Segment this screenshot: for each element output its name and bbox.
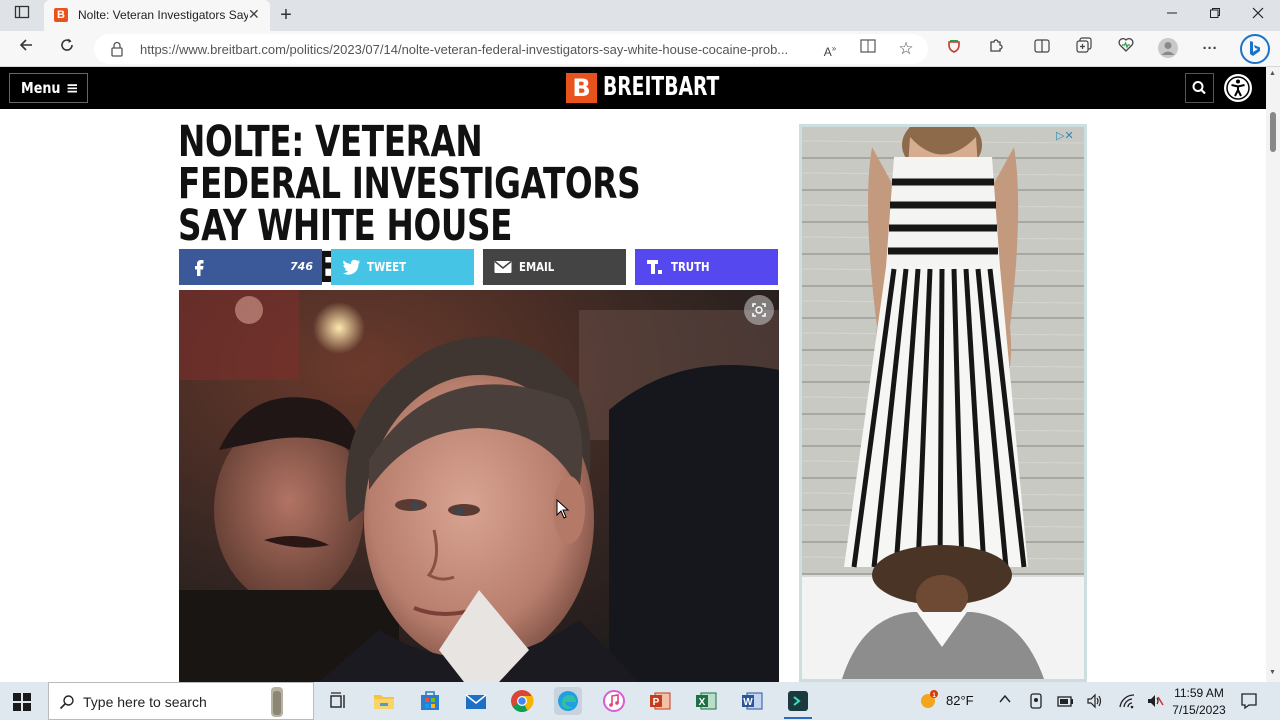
windows-taskbar: Type here to search P X W 1 82°F 11:59 A…: [0, 682, 1280, 720]
menu-button[interactable]: Menu ≡: [9, 73, 88, 103]
envelope-icon: [494, 260, 512, 273]
url-text: https://www.breitbart.com/politics/2023/…: [140, 42, 789, 57]
hamburger-icon: ≡: [66, 79, 79, 97]
email-share-button[interactable]: EMAIL: [483, 249, 626, 285]
read-aloud-icon[interactable]: A»: [818, 37, 842, 61]
battery-icon[interactable]: [1056, 693, 1074, 714]
file-explorer-icon[interactable]: [370, 687, 398, 715]
tab-title: Nolte: Veteran Investigators Say White H…: [78, 8, 248, 22]
breitbart-favicon-icon: B: [54, 8, 68, 22]
scroll-thumb[interactable]: [1270, 112, 1276, 152]
browser-essentials-icon[interactable]: [1114, 37, 1138, 61]
terminal-app-icon[interactable]: [784, 687, 812, 715]
edge-icon[interactable]: [554, 687, 582, 715]
mouse-cursor-icon: [556, 498, 570, 524]
chevron-up-icon[interactable]: [998, 692, 1012, 709]
site-header: Menu ≡ B BREITBART: [0, 67, 1266, 109]
weather-temperature[interactable]: 82°F: [946, 693, 974, 708]
extension-shield-icon[interactable]: [942, 37, 966, 61]
svg-text:P: P: [653, 697, 660, 708]
breitbart-logo-mark[interactable]: B: [566, 73, 597, 103]
word-icon[interactable]: W: [738, 687, 766, 715]
tweet-button[interactable]: TWEET: [331, 249, 474, 285]
tab-actions-icon[interactable]: [10, 4, 34, 26]
facebook-share-button[interactable]: 746: [179, 249, 322, 285]
zoom-image-icon[interactable]: [744, 295, 774, 325]
browser-tab[interactable]: B Nolte: Veteran Investigators Say White…: [44, 0, 270, 31]
split-screen-icon[interactable]: [1030, 37, 1054, 61]
scroll-up-icon[interactable]: ▲: [1269, 70, 1276, 77]
browser-toolbar: https://www.breitbart.com/politics/2023/…: [0, 31, 1280, 67]
notifications-icon[interactable]: [1240, 692, 1258, 715]
advertisement[interactable]: ▷✕: [799, 124, 1087, 682]
svg-text:W: W: [743, 697, 753, 708]
itunes-icon[interactable]: [600, 687, 628, 715]
facebook-icon: [195, 260, 204, 276]
windows-start-icon[interactable]: [13, 693, 31, 716]
clock-date[interactable]: 7/15/2023: [1166, 703, 1232, 717]
clock-time[interactable]: 11:59 AM: [1166, 686, 1232, 700]
taskbar-search-placeholder: Type here to search: [83, 694, 207, 710]
truth-share-button[interactable]: TRUTH: [635, 249, 778, 285]
excel-icon[interactable]: X: [692, 687, 720, 715]
back-arrow-icon[interactable]: [14, 37, 38, 61]
search-highlight-icon: [271, 687, 283, 717]
accessibility-icon: [1226, 76, 1250, 100]
profile-avatar-icon[interactable]: [1156, 37, 1180, 61]
taskbar-search-box[interactable]: Type here to search: [48, 682, 314, 720]
chrome-icon[interactable]: [508, 687, 536, 715]
volume-icon[interactable]: [1146, 693, 1164, 714]
new-tab-button[interactable]: +: [274, 4, 298, 26]
close-window-button[interactable]: [1246, 4, 1270, 26]
more-options-icon[interactable]: ···: [1198, 37, 1222, 61]
svg-text:X: X: [699, 697, 706, 708]
truth-label: TRUTH: [671, 260, 710, 274]
tweet-label: TWEET: [367, 260, 407, 274]
weather-icon[interactable]: 1: [918, 690, 942, 717]
truth-social-icon: [647, 260, 662, 274]
twitter-bird-icon: [342, 259, 360, 275]
collections-icon[interactable]: [1072, 37, 1096, 61]
email-label: EMAIL: [519, 260, 555, 274]
breitbart-logo-text[interactable]: BREITBART: [603, 72, 719, 102]
address-bar[interactable]: https://www.breitbart.com/politics/2023/…: [94, 34, 928, 64]
minimize-button[interactable]: [1160, 4, 1184, 26]
accessibility-button[interactable]: [1222, 72, 1254, 104]
speaker-icon-tray[interactable]: [1086, 693, 1104, 714]
refresh-icon[interactable]: [55, 37, 79, 61]
bing-chat-icon[interactable]: [1240, 34, 1270, 64]
search-icon: [1192, 81, 1206, 95]
facebook-share-count: 746: [290, 260, 313, 273]
ad-choices-icon[interactable]: ▷✕: [1056, 129, 1074, 142]
mail-icon[interactable]: [462, 687, 490, 715]
article-photo: [179, 290, 779, 682]
meet-now-icon[interactable]: [1028, 693, 1044, 714]
active-app-indicator: [784, 717, 812, 719]
browser-tab-bar: B Nolte: Veteran Investigators Say White…: [0, 0, 1280, 31]
search-icon: [59, 695, 74, 710]
restore-button[interactable]: [1203, 4, 1227, 26]
task-view-icon[interactable]: [324, 687, 352, 715]
immersive-reader-icon[interactable]: [856, 37, 880, 61]
search-button[interactable]: [1185, 73, 1214, 103]
close-tab-icon[interactable]: ✕: [248, 6, 260, 23]
scroll-down-icon[interactable]: ▼: [1269, 669, 1276, 676]
powerpoint-icon[interactable]: P: [646, 687, 674, 715]
favorite-star-icon[interactable]: ☆: [894, 37, 918, 61]
microsoft-store-icon[interactable]: [416, 687, 444, 715]
lock-icon: [111, 41, 123, 57]
extensions-puzzle-icon[interactable]: [984, 37, 1008, 61]
menu-label: Menu: [21, 79, 61, 97]
wifi-icon[interactable]: [1118, 693, 1136, 714]
page-scrollbar[interactable]: ▲ ▼: [1266, 67, 1280, 682]
